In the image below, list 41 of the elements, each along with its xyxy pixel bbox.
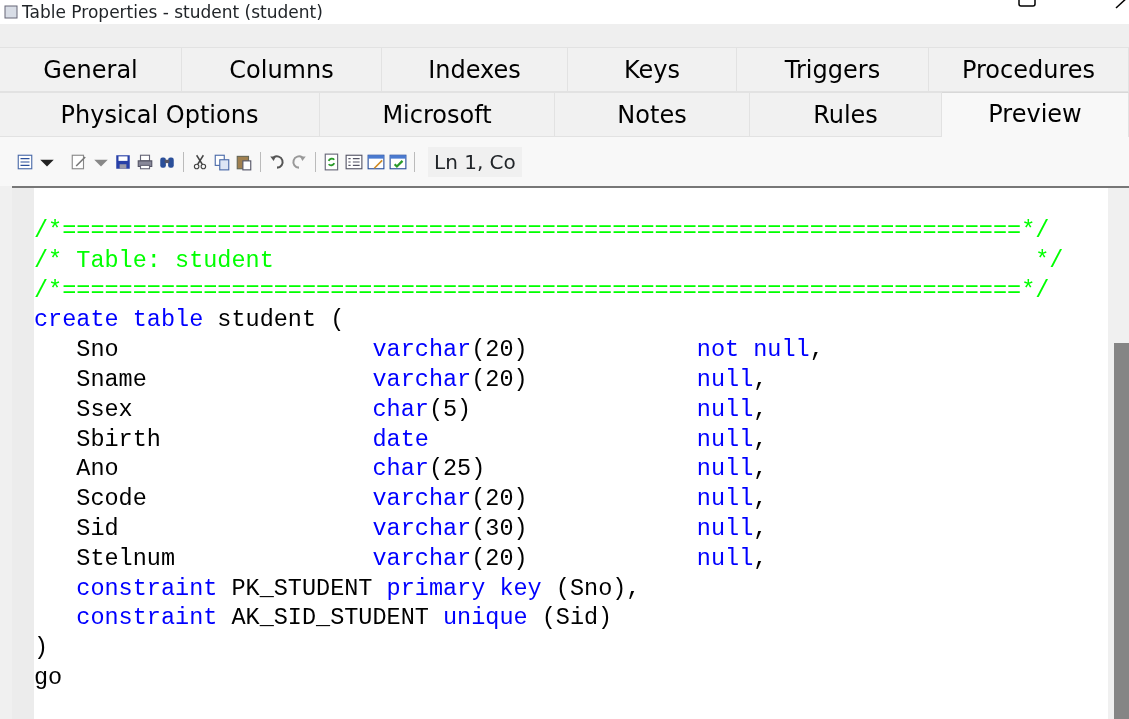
code-line: Sname varchar(20) null, bbox=[75, 365, 769, 395]
tab[interactable]: Preview bbox=[942, 92, 1129, 137]
code-line: Stelnum varchar(20) null, bbox=[75, 543, 769, 574]
undo-icon[interactable] bbox=[268, 152, 286, 171]
code-line: go bbox=[34, 662, 64, 693]
tab[interactable]: Keys bbox=[568, 47, 737, 92]
tab[interactable]: Indexes bbox=[382, 47, 568, 92]
print-icon[interactable] bbox=[136, 152, 154, 171]
tab[interactable]: General bbox=[0, 47, 182, 92]
refresh-icon[interactable] bbox=[323, 152, 341, 171]
list-icon[interactable] bbox=[16, 152, 34, 171]
tab[interactable]: Physical Options bbox=[0, 92, 320, 137]
tab[interactable]: Rules bbox=[750, 92, 942, 137]
properties-icon[interactable] bbox=[345, 152, 363, 171]
edit-icon[interactable] bbox=[367, 152, 385, 171]
scissors-icon[interactable] bbox=[191, 152, 209, 171]
edit-icon[interactable] bbox=[70, 152, 88, 171]
cursor-position: Ln 1, Co bbox=[428, 146, 522, 177]
code-line: Ano char(25) null, bbox=[75, 454, 769, 485]
code-line: constraint AK_SID_STUDENT unique (Sid) bbox=[75, 603, 614, 634]
code-line: Scode varchar(20) null, bbox=[75, 484, 769, 514]
code-line: /*====================================================================*/ bbox=[34, 275, 1051, 306]
save-icon[interactable] bbox=[114, 152, 132, 171]
code-line: Sno varchar(20) not null, bbox=[75, 335, 825, 365]
checklist-icon[interactable] bbox=[389, 152, 407, 171]
code-line: /*====================================================================*/ bbox=[34, 216, 1051, 246]
code-line: /* Table: student */ bbox=[34, 245, 1065, 276]
code-line: constraint PK_STUDENT primary key (Sno), bbox=[75, 573, 642, 604]
tab[interactable]: Notes bbox=[555, 92, 750, 137]
tab[interactable]: Columns bbox=[182, 47, 382, 92]
tab[interactable]: Triggers bbox=[737, 47, 929, 92]
code-line: Sid varchar(30) null, bbox=[75, 513, 769, 544]
window-icon bbox=[4, 5, 18, 19]
code-line: Sbirth date null, bbox=[75, 424, 769, 455]
tab[interactable]: Microsoft bbox=[320, 92, 555, 137]
code-line: Ssex char(5) null, bbox=[75, 394, 769, 425]
code-line: create table student ( bbox=[34, 305, 346, 336]
code-line: ) bbox=[34, 633, 50, 663]
window-title: Table Properties - student (student) bbox=[22, 1, 323, 24]
copy-icon[interactable] bbox=[213, 152, 231, 171]
tab[interactable]: Procedures bbox=[929, 47, 1129, 92]
